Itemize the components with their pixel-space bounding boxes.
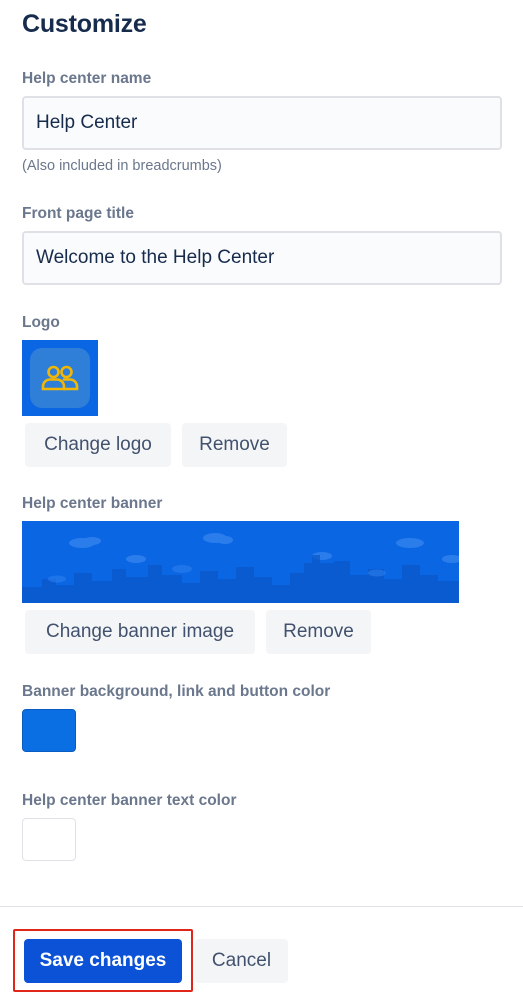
cancel-button[interactable]: Cancel <box>195 939 288 983</box>
banner-text-color-swatch[interactable] <box>22 818 76 861</box>
footer-divider <box>0 906 523 907</box>
banner-label: Help center banner <box>22 495 163 512</box>
remove-banner-button[interactable]: Remove <box>266 610 371 654</box>
city-skyline-image <box>22 521 459 603</box>
front-page-title-input[interactable] <box>22 231 502 285</box>
help-center-name-label: Help center name <box>22 70 152 87</box>
front-page-title-label: Front page title <box>22 205 134 222</box>
save-changes-button[interactable]: Save changes <box>24 939 182 983</box>
change-logo-button[interactable]: Change logo <box>25 423 171 467</box>
change-banner-button[interactable]: Change banner image <box>25 610 255 654</box>
remove-logo-button[interactable]: Remove <box>182 423 287 467</box>
banner-preview <box>22 521 459 603</box>
logo-tile <box>30 348 90 408</box>
logo-label: Logo <box>22 314 60 331</box>
people-group-icon <box>41 365 79 391</box>
banner-color-label: Banner background, link and button color <box>22 683 331 700</box>
banner-color-swatch[interactable] <box>22 709 76 752</box>
help-center-name-helper: (Also included in breadcrumbs) <box>22 158 222 174</box>
logo-preview <box>22 340 98 416</box>
banner-text-color-label: Help center banner text color <box>22 792 237 809</box>
page-title: Customize <box>22 10 147 38</box>
help-center-name-input[interactable] <box>22 96 502 150</box>
